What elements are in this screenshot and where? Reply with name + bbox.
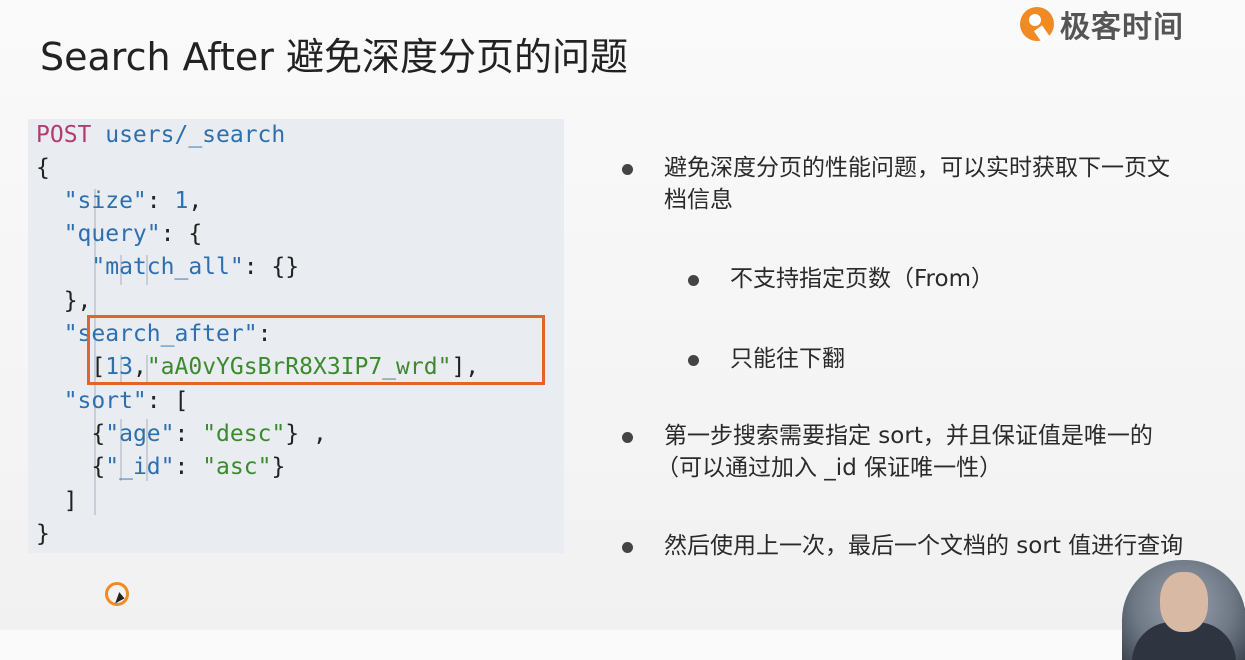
bullet-text: 然后使用上一次，最后一个文档的 sort 值进行查询 [664, 533, 1184, 559]
code-token: "age" [105, 421, 175, 447]
code-line: "query": { [36, 218, 202, 251]
code-token: { [36, 454, 106, 480]
code-token: "query" [36, 221, 161, 247]
code-token: : {} [243, 254, 300, 280]
code-line: {"_id": "asc"} [36, 451, 285, 484]
code-token: : [174, 421, 203, 447]
code-line: { [36, 152, 50, 185]
code-token: "size" [36, 188, 147, 214]
code-token: "match_all" [36, 254, 244, 280]
bullet-dot-icon [688, 355, 699, 366]
code-token: : { [160, 221, 203, 247]
code-token: "sort" [36, 388, 147, 414]
bullet-dot-icon [622, 164, 633, 175]
bullet-dot-icon [622, 432, 633, 443]
code-token: users/_search [91, 122, 286, 148]
bullet-text: 只能往下翻 [730, 346, 845, 372]
code-token: 1 [174, 188, 189, 214]
code-token: } , [285, 421, 327, 447]
code-token: "asc" [202, 454, 272, 480]
code-token: { [36, 421, 106, 447]
code-token: , [188, 188, 203, 214]
bullet-text: 第一步搜索需要指定 sort，并且保证值是唯一的 [664, 423, 1153, 449]
logo-text: 极客时间 [1060, 10, 1184, 45]
code-token: : [174, 454, 203, 480]
code-line: "size": 1, [36, 185, 203, 218]
bullet-dot-icon [622, 542, 633, 553]
code-token: : [146, 188, 175, 214]
presenter-video [1122, 560, 1245, 660]
code-line: } [36, 518, 50, 551]
code-token: } [271, 454, 286, 480]
code-line: "sort": [ [36, 385, 189, 418]
logo-mark-icon [1020, 7, 1054, 41]
code-line: {"age": "desc"} , [36, 418, 327, 451]
search-after-highlight [87, 315, 545, 385]
code-token: }, [36, 288, 92, 314]
code-token: { [36, 155, 50, 181]
slide-title: Search After 避免深度分页的问题 [40, 35, 628, 79]
bullet-text: 档信息 [664, 187, 733, 213]
code-line: }, [36, 285, 92, 318]
bullet-text: 不支持指定页数（From） [730, 266, 994, 292]
bullet-text: 避免深度分页的性能问题，可以实时获取下一页文 [664, 155, 1170, 181]
code-token: ] [36, 488, 78, 514]
brand-logo: 极客时间 [1020, 2, 1184, 46]
code-token: "desc" [202, 421, 286, 447]
code-line: ] [36, 485, 78, 518]
code-line: "match_all": {} [36, 251, 299, 284]
code-token: : [ [146, 388, 189, 414]
bullet-dot-icon [688, 275, 699, 286]
code-line: POST users/_search [36, 119, 285, 152]
bullet-text: （可以通过加入 _id 保证唯一性） [656, 455, 1003, 481]
code-token: } [36, 521, 50, 547]
code-token: "_id" [105, 454, 175, 480]
code-token: POST [36, 122, 92, 148]
presenter-head [1160, 572, 1208, 632]
